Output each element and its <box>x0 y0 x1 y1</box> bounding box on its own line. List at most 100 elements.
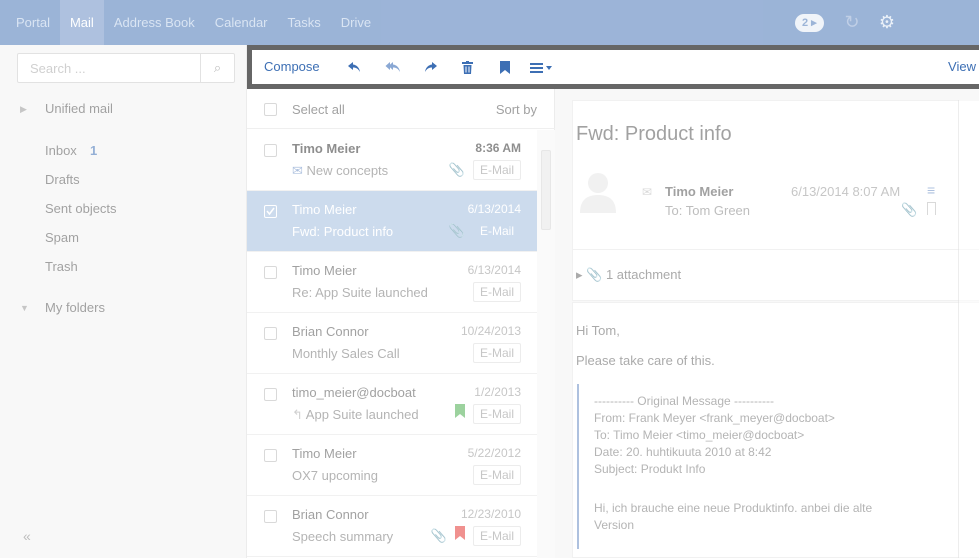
attachment-icon: 📎 <box>448 223 465 238</box>
chevron-down-icon[interactable]: ▼ <box>20 297 29 319</box>
sidebar-item-label: My folders <box>45 300 105 315</box>
app-tab-address-book[interactable]: Address Book <box>104 0 205 45</box>
list-item[interactable]: Brian Connor 12/23/2010 Speech summary E-Ma… <box>247 496 537 557</box>
message-list: Select all Sort by Timo Meier 8:36 AM ✉ Ne… <box>247 89 555 558</box>
sidebar-item-label: Unified mail <box>45 101 113 116</box>
search-icon[interactable]: ⌕ <box>200 54 234 82</box>
list-scrollbar[interactable] <box>537 130 555 558</box>
mail-subject-wrap: Monthly Sales Call <box>292 346 400 361</box>
sidebar-item-trash[interactable]: Trash <box>0 256 246 278</box>
bookmark-icon[interactable] <box>927 202 936 215</box>
sidebar-item-my-folders[interactable]: ▼ My folders <box>0 297 246 319</box>
delete-icon[interactable] <box>457 50 477 84</box>
list-item[interactable]: Timo Meier 8:36 AM ✉ New concepts E-Mail 📎 <box>247 130 537 191</box>
chevron-right-icon[interactable]: ▶ <box>20 98 27 120</box>
sidebar-item-sent-objects[interactable]: Sent objects <box>0 198 246 220</box>
list-item[interactable]: Timo Meier 6/13/2014 Re: App Suite launche… <box>247 252 537 313</box>
flag-icon[interactable] <box>455 526 465 540</box>
gear-icon[interactable]: ⚙ <box>876 11 898 33</box>
mail-sender: Timo Meier <box>292 446 357 461</box>
list-item[interactable]: Brian Connor 10/24/2013 Monthly Sales Call… <box>247 313 537 374</box>
quoted-line: Version <box>594 518 635 532</box>
search-box[interactable]: Search ... ⌕ <box>17 53 235 83</box>
quoted-line: ---------- Original Message ---------- <box>594 394 774 408</box>
mail-date: 10/24/2013 <box>460 324 521 338</box>
app-tab-drive[interactable]: Drive <box>331 0 381 45</box>
avatar <box>580 173 616 213</box>
mail-date: 12/23/2010 <box>460 507 521 521</box>
mail-checkbox[interactable] <box>264 144 277 157</box>
mail-checkbox[interactable] <box>264 327 277 340</box>
attachment-icon: 📎 <box>901 202 918 217</box>
select-all-label[interactable]: Select all <box>292 102 345 117</box>
app-tab-portal[interactable]: Portal <box>6 0 60 45</box>
sidebar-item-label: Inbox <box>45 143 77 158</box>
sidebar-item-drafts[interactable]: Drafts <box>0 169 246 191</box>
mail-subject: OX7 upcoming <box>292 468 378 483</box>
mail-date: 8:36 AM <box>475 141 521 155</box>
mail-subject: Monthly Sales Call <box>292 346 400 361</box>
more-menu-icon[interactable] <box>530 50 558 84</box>
search-input[interactable]: Search ... <box>30 61 86 76</box>
mail-subject: New concepts <box>306 163 389 178</box>
mail-date: 6/13/2014 8:07 AM <box>791 184 901 199</box>
recipient[interactable]: To: Tom Green <box>665 203 750 218</box>
attachments-toggle[interactable]: ▸ 📎 1 attachment <box>576 267 681 283</box>
mail-subject-wrap: OX7 upcoming <box>292 468 378 483</box>
mail-subject: Re: App Suite launched <box>292 285 428 300</box>
forward-icon[interactable] <box>421 50 441 84</box>
mail-date: 6/13/2014 <box>467 202 521 216</box>
quoted-line: From: Frank Meyer <frank_meyer@docboat> <box>594 411 835 425</box>
list-item[interactable]: Timo Meier 6/13/2014 Fwd: Product info E-Ma… <box>247 191 537 252</box>
notification-badge[interactable]: 2 ▸ <box>795 14 824 32</box>
flag-icon[interactable] <box>455 404 465 418</box>
quoted-line: Hi, ich brauche eine neue Produktinfo. a… <box>594 501 873 515</box>
app-tab-mail[interactable]: Mail <box>59 0 104 45</box>
sidebar-item-unified-mail[interactable]: ▶ Unified mail <box>0 98 246 120</box>
sender-name[interactable]: Timo Meier <box>665 184 733 199</box>
view-button[interactable]: View <box>948 50 976 84</box>
mail-sender: Timo Meier <box>292 202 357 217</box>
quoted-line: Subject: Produkt Info <box>594 462 706 476</box>
pane-scrollbar[interactable] <box>958 100 979 558</box>
mail-body-line: Please take care of this. <box>576 353 715 368</box>
refresh-icon[interactable]: ↻ <box>841 11 863 33</box>
flag-icon[interactable] <box>495 50 515 84</box>
sort-by-button[interactable]: Sort by <box>496 102 537 117</box>
mail-type-badge: E-Mail <box>472 282 521 302</box>
compose-button[interactable]: Compose <box>264 50 320 84</box>
mail-checkbox[interactable] <box>264 266 277 279</box>
quoted-line: Date: 20. huhtikuuta 2010 at 8:42 <box>594 445 772 459</box>
attachment-icon: 📎 <box>448 162 465 177</box>
mail-actions-icon[interactable]: ≡ <box>927 182 935 198</box>
attachment-icon: 📎 <box>430 528 447 543</box>
sidebar-item-inbox[interactable]: Inbox 1 <box>0 140 246 162</box>
mail-checkbox[interactable] <box>264 205 277 218</box>
mail-greeting: Hi Tom, <box>576 323 620 338</box>
app-tab-tasks[interactable]: Tasks <box>278 0 331 45</box>
mail-subject: App Suite launched <box>305 407 419 422</box>
mail-subject-wrap: Re: App Suite launched <box>292 285 428 300</box>
collapse-sidebar-button[interactable]: « <box>23 528 31 544</box>
select-all-checkbox[interactable] <box>264 103 277 116</box>
mail-checkbox[interactable] <box>264 388 277 401</box>
sidebar-item-spam[interactable]: Spam <box>0 227 246 249</box>
mail-subject: Fwd: Product info <box>576 123 732 145</box>
mail-checkbox[interactable] <box>264 449 277 462</box>
reply-icon[interactable] <box>344 50 364 84</box>
app-tab-calendar[interactable]: Calendar <box>205 0 278 45</box>
mail-type-badge: E-Mail <box>472 404 521 424</box>
mail-toolbar: Compose View <box>252 50 979 84</box>
scrollbar-thumb[interactable] <box>541 150 551 230</box>
list-item[interactable]: Timo Meier 5/22/2012 OX7 upcoming E-Mail <box>247 435 537 496</box>
reply-all-icon[interactable] <box>383 50 403 84</box>
sidebar-item-label: Sent objects <box>45 201 117 216</box>
list-item[interactable]: timo_meier@docboat 1/2/2013 ↰ App Suite la… <box>247 374 537 435</box>
mail-checkbox[interactable] <box>264 510 277 523</box>
unread-count: 1 <box>90 143 98 158</box>
replied-icon: ↰ <box>292 407 306 422</box>
envelope-icon: ✉ <box>642 185 653 199</box>
mail-sender: Timo Meier <box>292 263 357 278</box>
mail-date: 6/13/2014 <box>467 263 521 277</box>
folder-sidebar: Search ... ⌕ ▶ Unified mail Inbox 1 Drafts… <box>0 45 247 558</box>
